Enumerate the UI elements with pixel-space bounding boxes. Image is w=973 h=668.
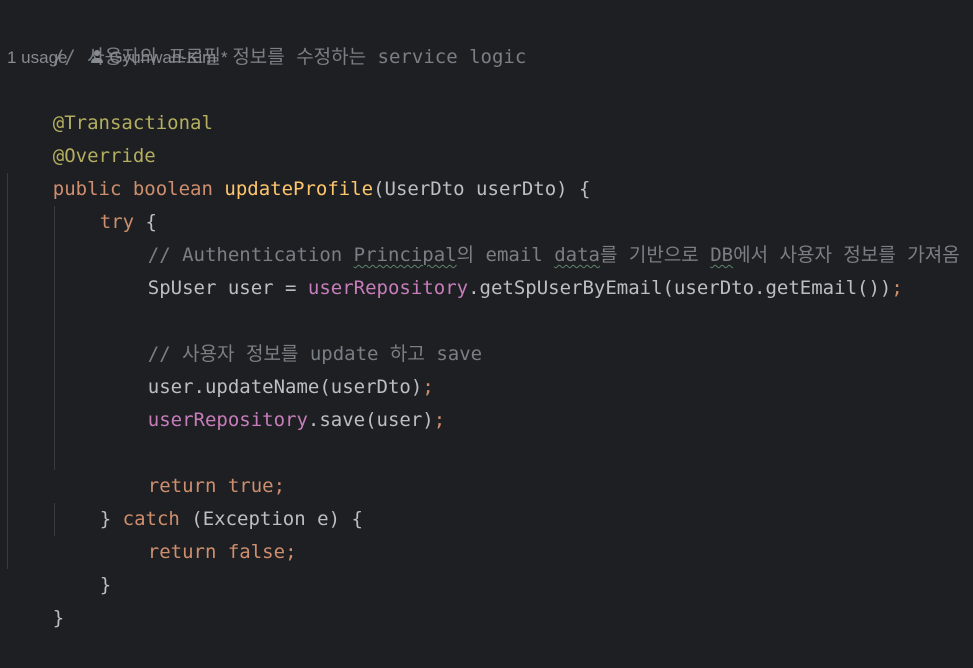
code-line-comment-update[interactable]: // 사용자 정보를 update 하고 save: [102, 305, 482, 365]
code-line-return-true[interactable]: return true;: [102, 437, 285, 497]
semicolon: ;: [285, 541, 297, 563]
code-line-close-catch[interactable]: }: [54, 536, 111, 596]
code-line-comment-header[interactable]: // 사용자의 프로필 정보를 수정하는 service logic: [7, 8, 527, 68]
code-text: SpUser user =: [147, 277, 308, 299]
inlay-hints: 1 usage Gyuhwan-Kim *: [7, 41, 228, 74]
code-line-get-user[interactable]: SpUser user = userRepository.getSpUserBy…: [102, 239, 903, 299]
code-text: .getSpUserByEmail(userDto.getEmail()): [468, 277, 892, 299]
code-line-update-name[interactable]: user.updateName(userDto);: [102, 338, 434, 398]
field-reference: userRepository: [147, 409, 308, 431]
code-line-annotation-transactional[interactable]: @Transactional: [7, 74, 213, 134]
semicolon: ;: [433, 409, 446, 431]
code-line-return-false[interactable]: return false;: [102, 503, 297, 563]
code-line-save[interactable]: userRepository.save(user);: [102, 371, 445, 431]
code-text: .save(user): [307, 409, 434, 431]
field-reference: userRepository: [307, 277, 469, 299]
keyword: false: [227, 541, 286, 563]
code-line-close-method[interactable]: }: [7, 569, 64, 629]
usages-link[interactable]: 1 usage: [7, 48, 68, 67]
method-name: updateProfile: [224, 178, 374, 200]
code-line-try[interactable]: try {: [54, 173, 157, 233]
keyword: return: [147, 541, 217, 563]
brace: }: [99, 574, 112, 596]
user-icon: [90, 50, 104, 64]
code-line-catch[interactable]: } catch (Exception e) {: [54, 470, 363, 530]
code-line-comment-auth[interactable]: // Authentication Principal의 email data를…: [102, 206, 960, 266]
author-link[interactable]: Gyuhwan-Kim *: [110, 48, 228, 67]
brace: }: [52, 607, 65, 629]
code-line-annotation-override[interactable]: @Override: [7, 107, 156, 167]
semicolon: ;: [891, 277, 903, 299]
method-params: (UserDto userDto) {: [373, 178, 591, 200]
code-line-method-signature[interactable]: public boolean updateProfile(UserDto use…: [7, 140, 591, 200]
code-editor[interactable]: // 사용자의 프로필 정보를 수정하는 service logic 1 usa…: [0, 0, 973, 629]
